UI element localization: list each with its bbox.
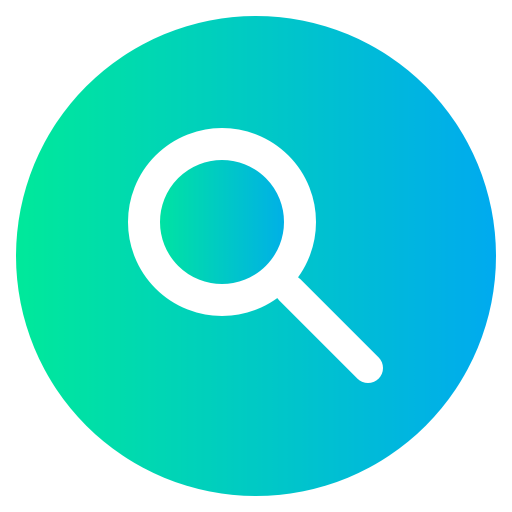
- icon-canvas: [0, 0, 512, 512]
- search-button[interactable]: [0, 0, 512, 512]
- magnifier-ring: [128, 128, 316, 316]
- search-icon: [16, 16, 496, 496]
